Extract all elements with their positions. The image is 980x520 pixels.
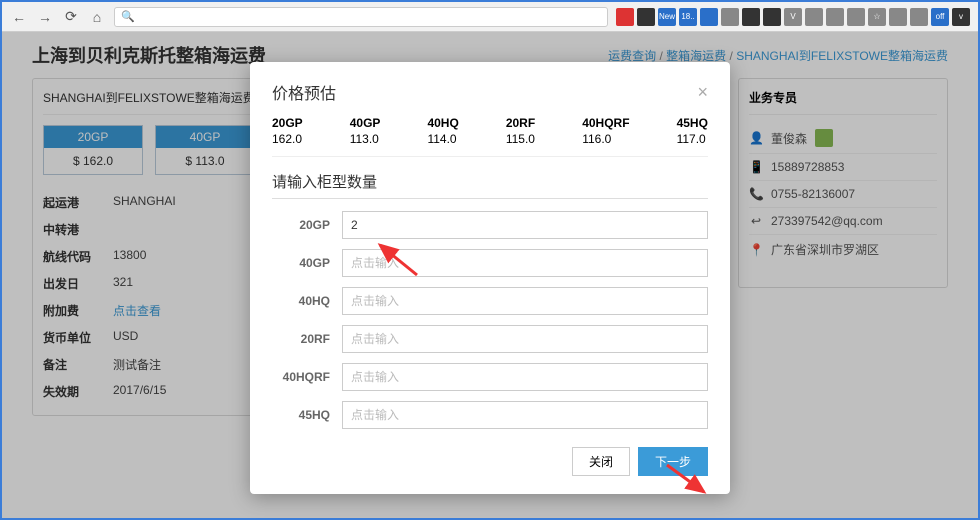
modal-title: 价格预估 bbox=[272, 80, 336, 104]
quantity-input-20gp[interactable] bbox=[342, 211, 708, 239]
quantity-input-45hq[interactable] bbox=[342, 401, 708, 429]
price-code: 40HQ bbox=[427, 116, 458, 130]
price-value: 115.0 bbox=[506, 132, 535, 146]
ext-icon[interactable] bbox=[742, 8, 760, 26]
form-row: 40HQRF bbox=[272, 363, 708, 391]
ext-icon[interactable] bbox=[616, 8, 634, 26]
modal-overlay: 价格预估 × 20GP 162.0 40GP 113.0 40HQ 114.0 20RF 11… bbox=[2, 32, 978, 518]
form-row: 40GP bbox=[272, 249, 708, 277]
quantity-input-40hqrf[interactable] bbox=[342, 363, 708, 391]
page-body: 上海到贝利克斯托整箱海运费 运费查询 / 整箱海运费 / SHANGHAI到FE… bbox=[2, 32, 978, 518]
price-code: 40HQRF bbox=[582, 116, 629, 130]
price-value: 113.0 bbox=[350, 132, 379, 146]
ext-icon[interactable] bbox=[826, 8, 844, 26]
field-label: 45HQ bbox=[272, 408, 342, 422]
field-label: 20RF bbox=[272, 332, 342, 346]
field-label: 40HQ bbox=[272, 294, 342, 308]
section-title: 请输入柜型数量 bbox=[272, 165, 708, 199]
ext-icon[interactable] bbox=[763, 8, 781, 26]
modal-footer: 关闭 下一步 bbox=[272, 447, 708, 476]
ext-icon[interactable] bbox=[910, 8, 928, 26]
price-cell: 20GP 162.0 bbox=[272, 116, 303, 146]
extension-tray: New 18.. V ☆ off v bbox=[616, 8, 970, 26]
form-row: 40HQ bbox=[272, 287, 708, 315]
price-value: 162.0 bbox=[272, 132, 302, 146]
field-label: 40HQRF bbox=[272, 370, 342, 384]
ext-icon[interactable] bbox=[889, 8, 907, 26]
back-button[interactable]: ← bbox=[10, 8, 28, 26]
quantity-input-40gp[interactable] bbox=[342, 249, 708, 277]
url-input[interactable]: 🔍 bbox=[114, 7, 608, 27]
field-label: 40GP bbox=[272, 256, 342, 270]
form-row: 45HQ bbox=[272, 401, 708, 429]
ext-icon[interactable] bbox=[847, 8, 865, 26]
price-strip: 20GP 162.0 40GP 113.0 40HQ 114.0 20RF 115.0 40HQ… bbox=[272, 116, 708, 157]
form-row: 20GP bbox=[272, 211, 708, 239]
ext-icon[interactable]: New bbox=[658, 8, 676, 26]
field-label: 20GP bbox=[272, 218, 342, 232]
next-button[interactable]: 下一步 bbox=[638, 447, 708, 476]
price-value: 117.0 bbox=[677, 132, 706, 146]
ext-icon[interactable]: v bbox=[952, 8, 970, 26]
price-code: 40GP bbox=[350, 116, 381, 130]
quantity-input-20rf[interactable] bbox=[342, 325, 708, 353]
ext-icon[interactable] bbox=[637, 8, 655, 26]
ext-icon[interactable]: ☆ bbox=[868, 8, 886, 26]
close-icon[interactable]: × bbox=[697, 82, 708, 103]
price-cell: 45HQ 117.0 bbox=[677, 116, 708, 146]
price-cell: 40GP 113.0 bbox=[350, 116, 381, 146]
form-row: 20RF bbox=[272, 325, 708, 353]
price-cell: 20RF 115.0 bbox=[506, 116, 535, 146]
price-value: 114.0 bbox=[427, 132, 456, 146]
reload-button[interactable]: ⟳ bbox=[62, 8, 80, 26]
price-cell: 40HQ 114.0 bbox=[427, 116, 458, 146]
ext-icon[interactable]: V bbox=[784, 8, 802, 26]
close-button[interactable]: 关闭 bbox=[572, 447, 630, 476]
home-button[interactable]: ⌂ bbox=[88, 8, 106, 26]
ext-icon[interactable] bbox=[700, 8, 718, 26]
quantity-input-40hq[interactable] bbox=[342, 287, 708, 315]
price-code: 45HQ bbox=[677, 116, 708, 130]
forward-button[interactable]: → bbox=[36, 8, 54, 26]
price-value: 116.0 bbox=[582, 132, 611, 146]
price-estimate-modal: 价格预估 × 20GP 162.0 40GP 113.0 40HQ 114.0 20RF 11… bbox=[250, 62, 730, 494]
ext-icon[interactable] bbox=[721, 8, 739, 26]
price-code: 20RF bbox=[506, 116, 535, 130]
ext-icon[interactable] bbox=[805, 8, 823, 26]
price-cell: 40HQRF 116.0 bbox=[582, 116, 629, 146]
browser-toolbar: ← → ⟳ ⌂ 🔍 New 18.. V ☆ off v bbox=[2, 2, 978, 32]
price-code: 20GP bbox=[272, 116, 303, 130]
ext-icon[interactable]: 18.. bbox=[679, 8, 697, 26]
ext-icon[interactable]: off bbox=[931, 8, 949, 26]
